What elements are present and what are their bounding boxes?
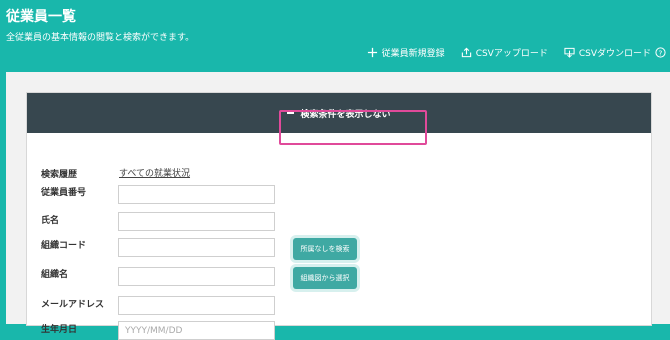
- csv-upload-button[interactable]: CSVアップロード: [461, 46, 548, 59]
- help-icon[interactable]: ?: [655, 47, 666, 58]
- download-icon: [564, 47, 575, 58]
- employee-number-label: 従業員番号: [41, 188, 87, 198]
- search-card: 検索条件を表示しない 検索履歴 すべての就業状況 従業員番号 氏名 組織コード …: [26, 92, 652, 340]
- add-employee-label: 従業員新規登録: [381, 49, 445, 59]
- org-name-input[interactable]: [118, 267, 275, 286]
- email-label: メールアドレス: [41, 300, 105, 310]
- name-label: 氏名: [41, 216, 60, 226]
- highlight-frame: [279, 110, 427, 145]
- content-panel: 検索条件を表示しない 検索履歴 すべての就業状況 従業員番号 氏名 組織コード …: [6, 72, 670, 340]
- csv-download-label: CSVダウンロード: [578, 49, 651, 59]
- name-input[interactable]: [118, 212, 275, 231]
- csv-upload-label: CSVアップロード: [475, 49, 548, 59]
- page-header: 従業員一覧 全従業員の基本情報の閲覧と検索ができます。 従業員新規登録 CSVア…: [0, 0, 670, 72]
- page-title: 従業員一覧: [6, 9, 76, 25]
- employee-number-input[interactable]: [118, 185, 275, 204]
- org-code-input[interactable]: [118, 238, 275, 257]
- email-input[interactable]: [118, 296, 275, 315]
- select-from-org-chart-button[interactable]: 組織図から選択: [293, 267, 357, 289]
- add-employee-button[interactable]: 従業員新規登録: [367, 46, 445, 59]
- csv-download-button[interactable]: CSVダウンロード ?: [564, 46, 666, 59]
- org-name-label: 組織名: [41, 270, 69, 280]
- plus-icon: [367, 47, 377, 58]
- search-history-link[interactable]: すべての就業状況: [119, 166, 190, 179]
- header-actions: 従業員新規登録 CSVアップロード CSVダウンロード ?: [367, 46, 666, 59]
- search-history-label: 検索履歴: [41, 170, 78, 180]
- org-code-label: 組織コード: [41, 241, 87, 251]
- upload-icon: [461, 47, 471, 58]
- search-unassigned-button[interactable]: 所属なしを検索: [293, 238, 357, 260]
- svg-text:?: ?: [659, 48, 663, 57]
- page-subtitle: 全従業員の基本情報の閲覧と検索ができます。: [6, 33, 195, 43]
